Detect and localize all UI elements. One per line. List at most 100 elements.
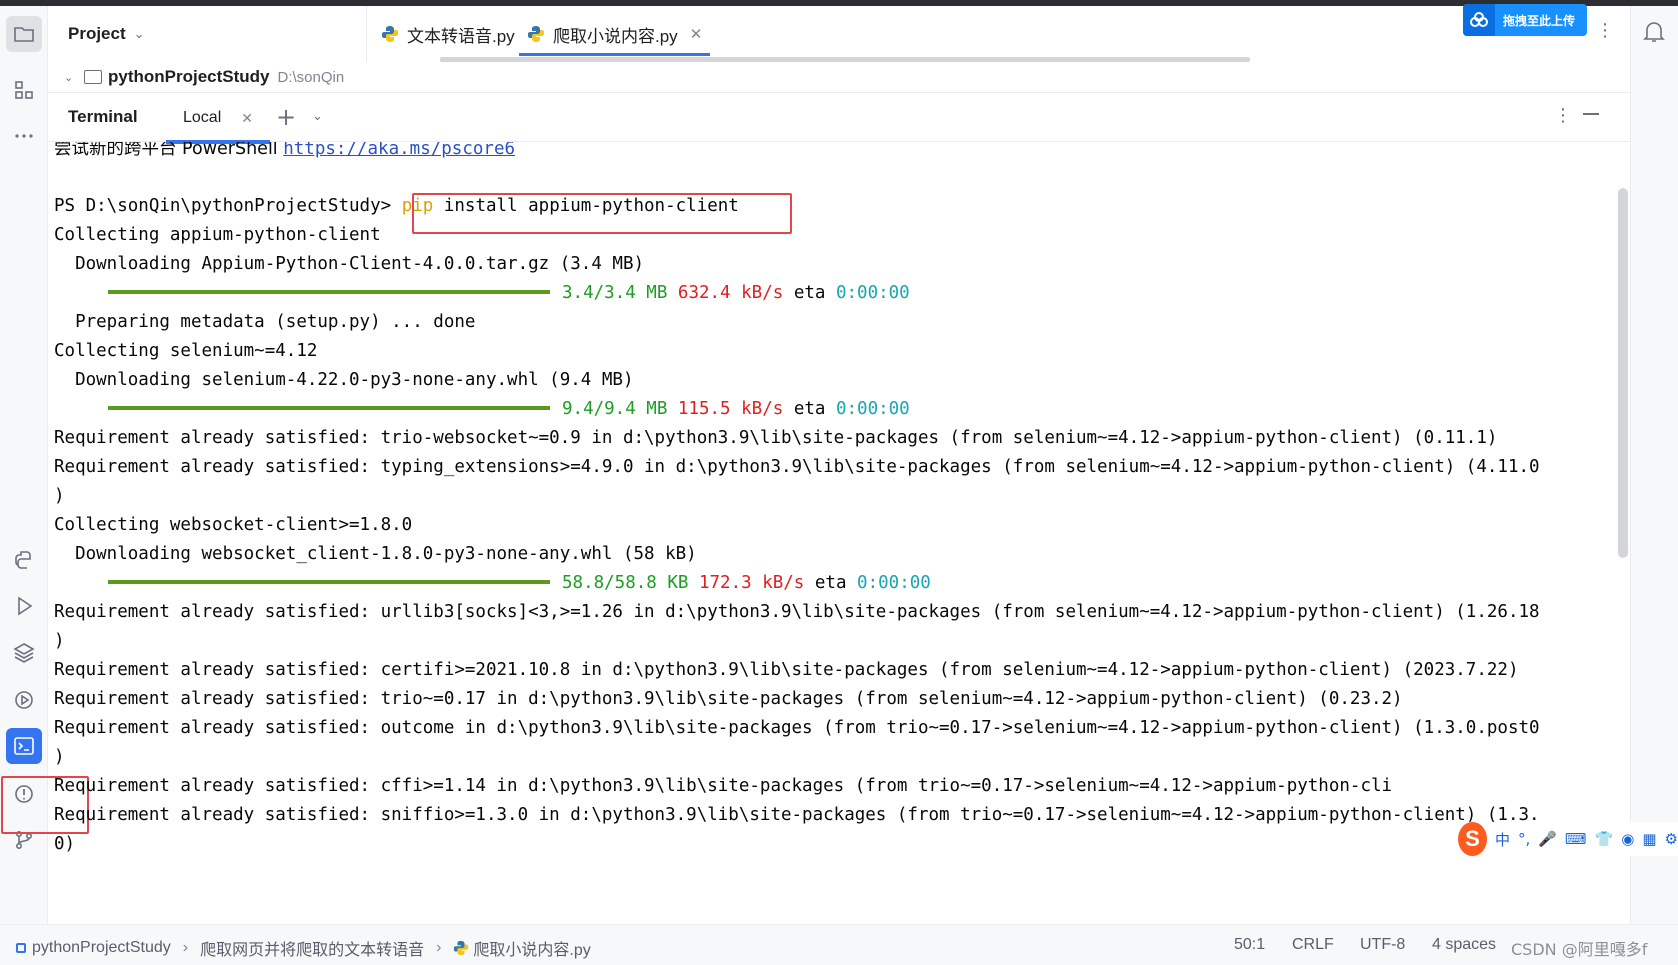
folder-icon xyxy=(14,27,34,42)
line-separator[interactable]: CRLF xyxy=(1292,936,1334,954)
powershell-link[interactable]: https://aka.ms/pscore6 xyxy=(283,142,515,159)
expand-caret-icon: ⌄ xyxy=(64,71,74,84)
terminal-vertical-scrollbar[interactable] xyxy=(1618,188,1628,558)
close-icon[interactable]: ✕ xyxy=(690,25,703,43)
command-highlight-box xyxy=(412,193,792,234)
terminal-line: Preparing metadata (setup.py) ... done xyxy=(54,312,476,332)
python-file-icon xyxy=(382,26,398,42)
python-console-button[interactable] xyxy=(6,542,42,578)
terminal-line: Collecting websocket-client>=1.8.0 xyxy=(54,515,413,535)
terminal-output[interactable]: 尝试新的跨平台 PowerShell https://aka.ms/pscore… xyxy=(48,142,1630,924)
python-file-icon xyxy=(528,26,544,42)
terminal-line: Requirement already satisfied: cffi>=1.1… xyxy=(54,776,1393,796)
structure-icon xyxy=(15,81,33,99)
editor-tabs: 文本转语音.py 爬取小说内容.py ✕ xyxy=(366,6,1630,62)
shell-prompt: PS D:\sonQin\pythonProjectStudy> xyxy=(54,196,402,216)
project-module-icon xyxy=(16,943,26,953)
settings-gear-icon[interactable]: ⚙ xyxy=(1665,830,1678,848)
minimize-icon[interactable] xyxy=(1583,113,1599,115)
breadcrumb-item-folder[interactable]: 爬取网页并将爬取的文本转语音 xyxy=(200,936,424,960)
tab-label: 文本转语音.py xyxy=(407,26,515,46)
terminal-header: Terminal Local ✕ + ⌄ ⋮ xyxy=(48,92,1630,144)
ime-logo: S xyxy=(1458,822,1487,856)
ime-mode-toggle[interactable]: 中 xyxy=(1495,829,1510,850)
terminal-line: Collecting selenium~=4.12 xyxy=(54,341,318,361)
breadcrumb-item-project[interactable]: pythonProjectStudy xyxy=(32,939,171,957)
terminal-title: Terminal xyxy=(68,107,138,126)
terminal-tool-button[interactable] xyxy=(6,728,42,764)
right-tool-stripe xyxy=(1630,6,1678,924)
chevron-right-icon: › xyxy=(182,939,189,956)
indent-setting[interactable]: 4 spaces xyxy=(1432,936,1496,954)
terminal-line: Requirement already satisfied: typing_ex… xyxy=(54,457,1540,477)
folder-icon xyxy=(84,70,102,84)
progress-bar xyxy=(108,580,550,584)
microphone-icon[interactable]: 🎤 xyxy=(1538,830,1557,848)
terminal-line: Requirement already satisfied: certifi>=… xyxy=(54,660,1519,680)
progress-line: 58.8/58.8 KB 172.3 kB/s eta 0:00:00 xyxy=(54,568,931,599)
cloud-upload-icon xyxy=(1463,4,1495,36)
progress-line: 9.4/9.4 MB 115.5 kB/s eta 0:00:00 xyxy=(54,394,910,425)
apps-grid-icon[interactable]: ▦ xyxy=(1642,830,1656,848)
python-packages-button[interactable] xyxy=(6,634,42,670)
breadcrumb-item-file[interactable]: 爬取小说内容.py xyxy=(473,936,590,960)
services-tool-button[interactable] xyxy=(6,682,42,718)
terminal-tab-label: Local xyxy=(183,109,222,126)
ime-toolbar[interactable]: S 中 °, 🎤 ⌨ 👕 ◉ ▦ ⚙ xyxy=(1456,822,1678,856)
terminal-line: Requirement already satisfied: outcome i… xyxy=(54,718,1540,738)
project-root-name: pythonProjectStudy xyxy=(108,67,270,86)
project-root-node[interactable]: ⌄ pythonProjectStudy D:\sonQin xyxy=(48,62,366,92)
terminal-line: Downloading Appium-Python-Client-4.0.0.t… xyxy=(54,254,645,274)
close-icon[interactable]: ✕ xyxy=(241,110,253,127)
project-panel-header[interactable]: Project ⌄ xyxy=(48,6,366,62)
progress-bar xyxy=(108,406,550,410)
more-tools-button[interactable] xyxy=(6,118,42,154)
skin-shirt-icon[interactable]: 👕 xyxy=(1595,830,1614,848)
terminal-line: Collecting appium-python-client xyxy=(54,225,381,245)
file-encoding[interactable]: UTF-8 xyxy=(1360,936,1405,954)
ellipsis-icon xyxy=(15,134,33,138)
cursor-position[interactable]: 50:1 xyxy=(1234,936,1265,954)
tab-scrape-novel[interactable]: 爬取小说内容.py ✕ xyxy=(518,6,711,62)
chevron-down-icon[interactable]: ⌄ xyxy=(312,109,323,124)
ime-punctuation-toggle[interactable]: °, xyxy=(1518,830,1530,848)
csdn-watermark: CSDN @阿里嘎多f xyxy=(1511,940,1648,959)
tab-label: 爬取小说内容.py xyxy=(553,26,678,46)
gamepad-icon[interactable]: ◉ xyxy=(1621,830,1634,848)
run-tool-button[interactable] xyxy=(6,588,42,624)
breadcrumb: pythonProjectStudy › 爬取网页并将爬取的文本转语音 › 爬取… xyxy=(16,936,591,960)
terminal-options-icon[interactable]: ⋮ xyxy=(1554,105,1572,126)
notifications-bell-icon[interactable] xyxy=(1643,20,1665,48)
services-icon xyxy=(15,691,33,709)
python-console-icon xyxy=(15,551,31,569)
terminal-line: ) xyxy=(54,486,65,506)
terminal-line: Requirement already satisfied: trio-webs… xyxy=(54,428,1498,448)
terminal-line: 0) xyxy=(54,834,76,854)
terminal-line: ) xyxy=(54,747,65,767)
play-icon xyxy=(18,596,33,616)
status-bar: pythonProjectStudy › 爬取网页并将爬取的文本转语音 › 爬取… xyxy=(0,924,1678,965)
project-title: Project xyxy=(68,24,126,43)
project-tool-button[interactable] xyxy=(6,16,42,52)
editor-horizontal-scrollbar[interactable] xyxy=(440,57,1250,62)
chevron-down-icon: ⌄ xyxy=(133,26,145,42)
terminal-line: Requirement already satisfied: sniffio>=… xyxy=(54,805,1540,825)
keyboard-icon[interactable]: ⌨ xyxy=(1565,830,1587,848)
python-file-icon xyxy=(454,940,469,956)
project-root-path: D:\sonQin xyxy=(277,68,345,86)
upload-button[interactable]: 拖拽至此上传 xyxy=(1463,4,1587,36)
terminal-icon xyxy=(14,737,34,755)
terminal-line: ) xyxy=(54,631,65,651)
upload-button-label: 拖拽至此上传 xyxy=(1503,13,1576,28)
terminal-line: Downloading selenium-4.22.0-py3-none-any… xyxy=(54,370,634,390)
tabs-more-icon[interactable]: ⋮ xyxy=(1596,20,1614,41)
terminal-tab-local[interactable]: Local ✕ xyxy=(166,93,270,144)
layers-icon xyxy=(13,643,35,663)
terminal-line: Requirement already satisfied: urllib3[s… xyxy=(54,602,1540,622)
tab-text-to-speech[interactable]: 文本转语音.py xyxy=(381,6,515,62)
new-terminal-plus-icon[interactable]: + xyxy=(276,103,296,131)
progress-bar xyxy=(108,290,550,294)
chevron-right-icon: › xyxy=(436,939,442,956)
structure-tool-button[interactable] xyxy=(6,72,42,108)
progress-line: 3.4/3.4 MB 632.4 kB/s eta 0:00:00 xyxy=(54,278,910,309)
